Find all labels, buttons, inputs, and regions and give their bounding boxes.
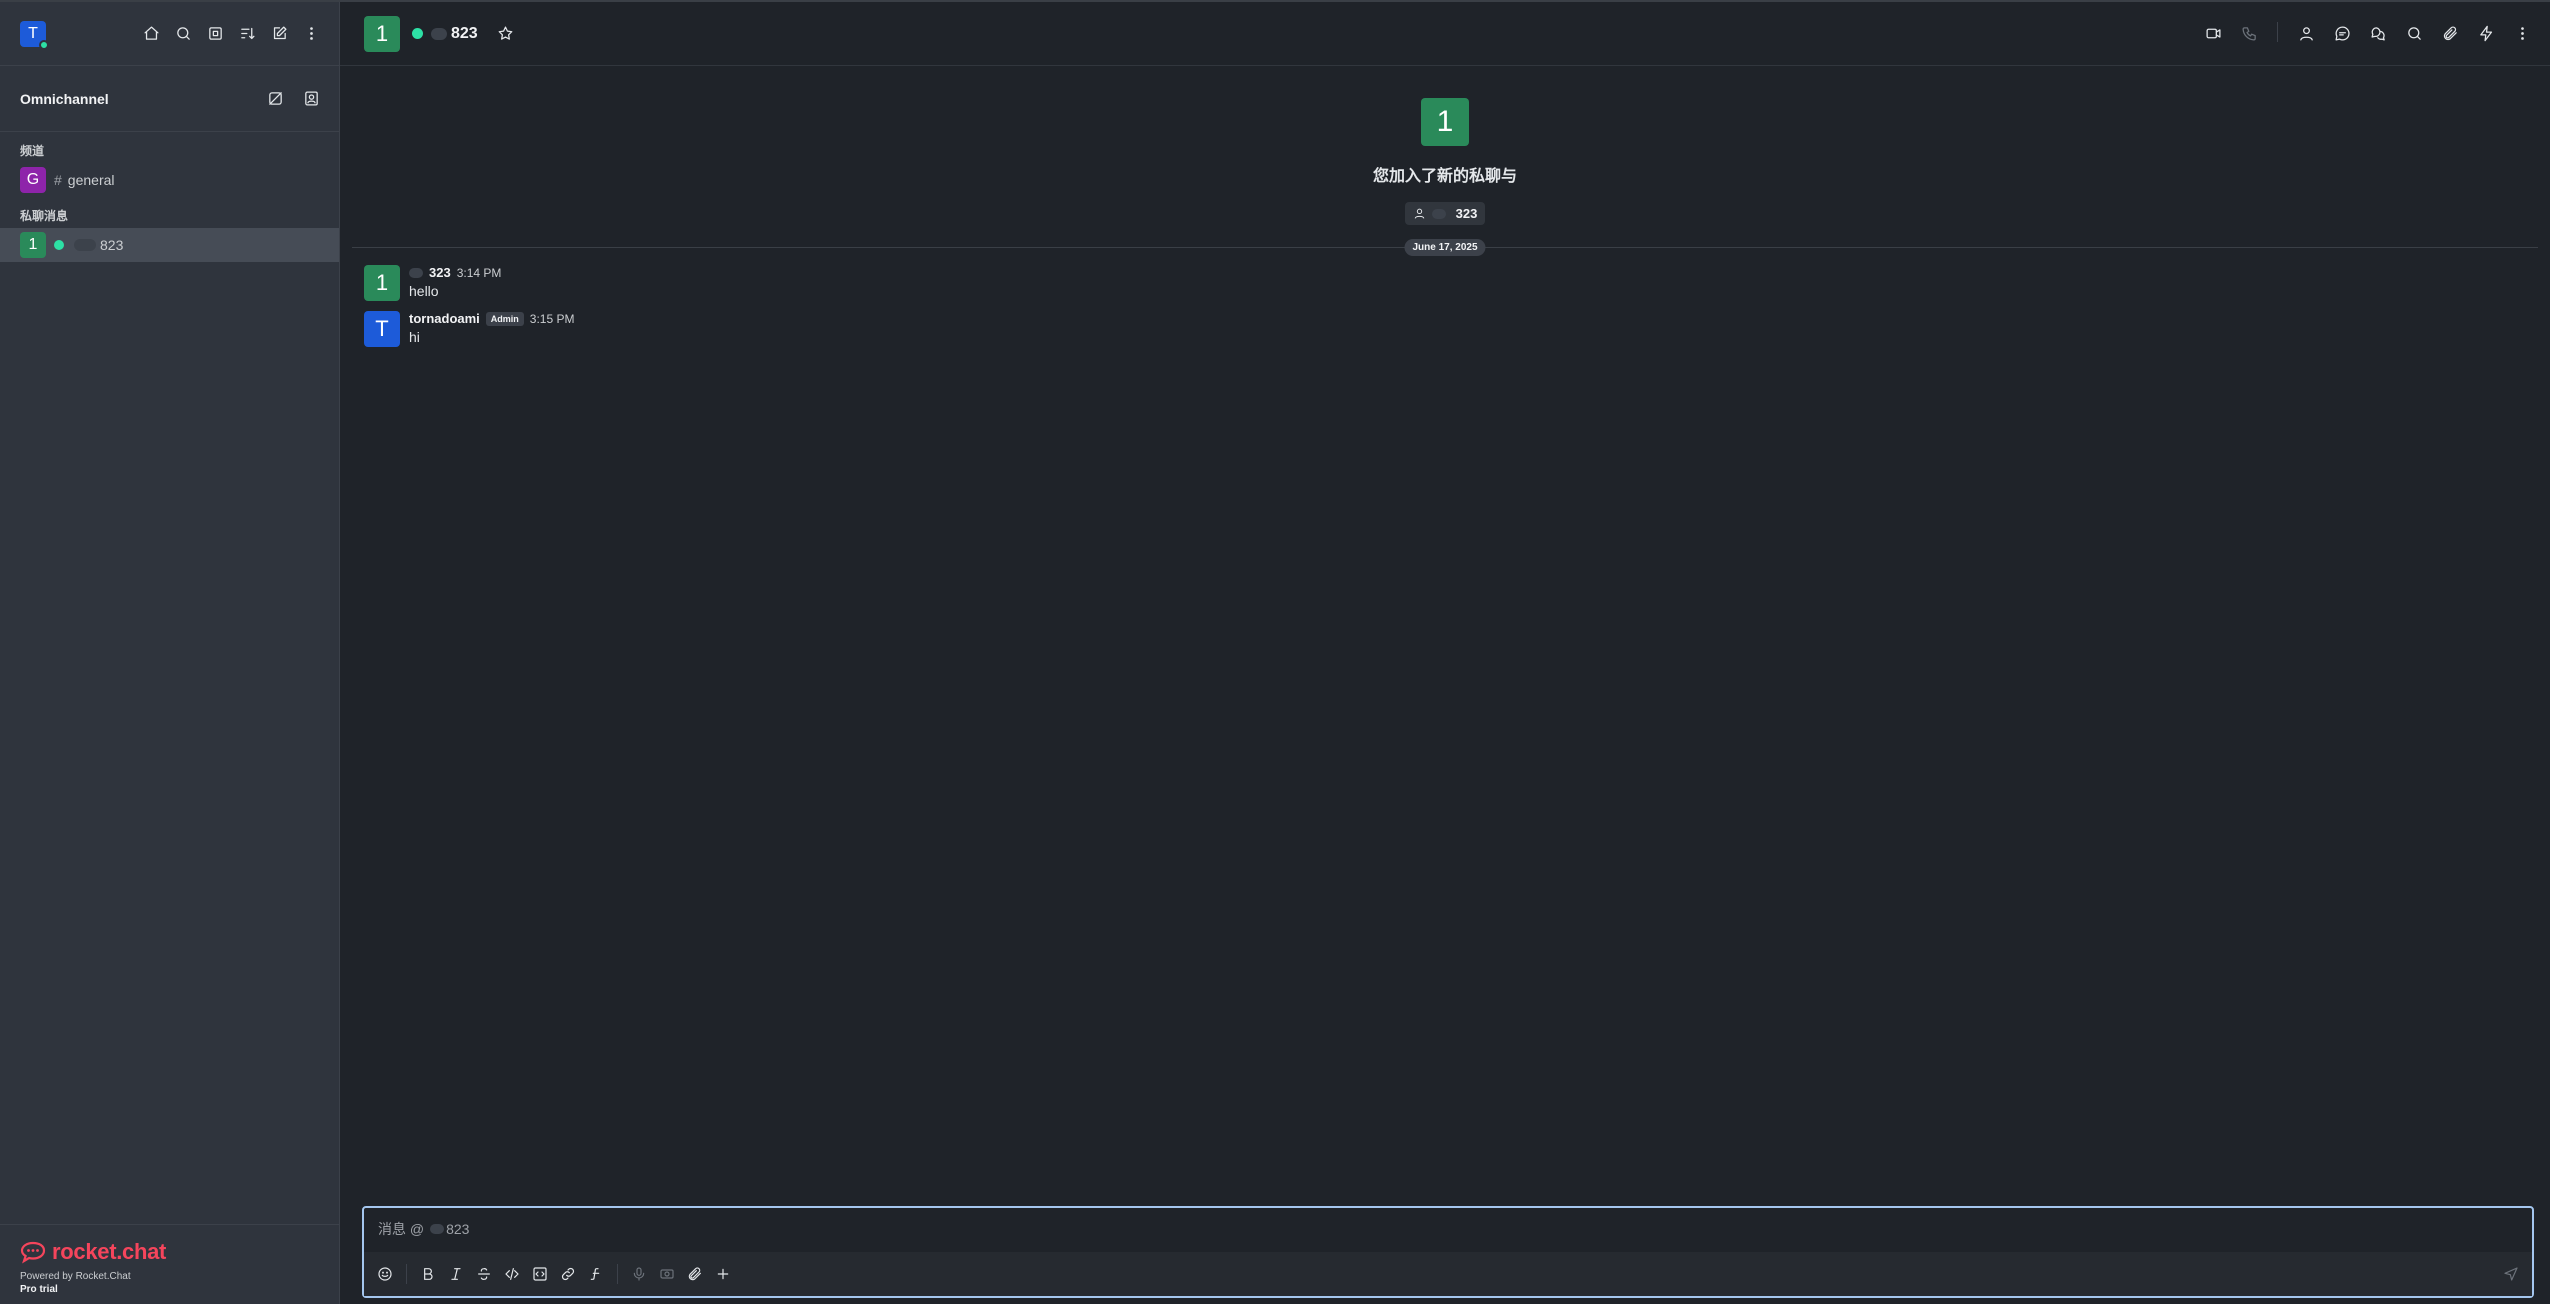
- bold-icon[interactable]: [417, 1263, 439, 1285]
- star-icon[interactable]: [494, 22, 518, 46]
- attach-file-icon[interactable]: [684, 1263, 706, 1285]
- strikethrough-icon[interactable]: [473, 1263, 495, 1285]
- sidebar-item-label: general: [67, 172, 115, 188]
- attachment-icon[interactable]: [2438, 22, 2462, 46]
- hash-icon: #: [54, 172, 62, 188]
- composer-placeholder: 消息 @: [378, 1221, 425, 1237]
- toolbar-divider: [617, 1264, 618, 1284]
- contact-center-icon[interactable]: [299, 87, 323, 111]
- sidebar-item-dm-823[interactable]: 1 823: [0, 228, 339, 262]
- message-username[interactable]: 323: [429, 265, 451, 280]
- message-item[interactable]: T tornadoami Admin 3:15 PM hi: [340, 301, 2550, 347]
- intro-text: 您加入了新的私聊与: [1372, 168, 1517, 185]
- room-main: 1 823 1 您加入了新的私聊与 323 June 17, 2025 1 32…: [340, 2, 2550, 1304]
- sidebar-item-label: 823: [100, 237, 124, 253]
- sidebar: T Omnichannel 频道 G # general 私聊消息 1 823 …: [0, 2, 340, 1304]
- message-composer: 消息 @ 823: [362, 1206, 2534, 1298]
- date-label: June 17, 2025: [1404, 239, 1486, 256]
- rocket-chat-logo-icon: [20, 1241, 46, 1264]
- dm-avatar: 1: [20, 232, 46, 258]
- redacted-name: [409, 267, 423, 278]
- message-time: 3:14 PM: [456, 265, 502, 280]
- online-status-dot: [54, 240, 64, 250]
- message-text: hello: [409, 283, 439, 299]
- redacted-name: [74, 239, 96, 251]
- discussion-icon[interactable]: [2366, 22, 2390, 46]
- sidebar-top-icons: [139, 22, 323, 46]
- online-status-dot: [412, 28, 423, 39]
- room-title[interactable]: 823: [412, 25, 478, 43]
- threads-icon[interactable]: [2330, 22, 2354, 46]
- redacted-name: [431, 27, 447, 40]
- more-options-icon[interactable]: [299, 22, 323, 46]
- composer-placeholder-target: 823: [446, 1221, 470, 1237]
- message-list: 1 您加入了新的私聊与 323 June 17, 2025 1 323 3:14…: [340, 66, 2550, 1304]
- message-avatar[interactable]: T: [364, 311, 400, 347]
- user-icon: [1414, 208, 1424, 219]
- room-toolbar: [2201, 21, 2534, 46]
- user-avatar-letter: T: [28, 24, 38, 42]
- home-icon[interactable]: [139, 22, 163, 46]
- powered-by: Powered by Rocket.Chat: [20, 1271, 131, 1282]
- message-input[interactable]: 消息 @ 823: [364, 1208, 2532, 1250]
- user-status-dot: [39, 39, 49, 50]
- room-intro: 1 您加入了新的私聊与 323: [340, 66, 2550, 225]
- message-text: hi: [409, 329, 420, 345]
- message-time: 3:15 PM: [529, 311, 575, 326]
- sort-icon[interactable]: [235, 22, 259, 46]
- room-title-text: 823: [451, 24, 478, 42]
- apps-icon[interactable]: [2474, 22, 2498, 46]
- directory-icon[interactable]: [203, 22, 227, 46]
- logo-text: rocket.chat: [52, 1239, 167, 1264]
- redacted-name: [430, 1224, 445, 1234]
- user-info-icon[interactable]: [2294, 22, 2318, 46]
- intro-avatar: 1: [1421, 98, 1469, 146]
- omnichannel-status-icon[interactable]: [263, 87, 287, 111]
- role-badge: Admin: [485, 311, 524, 326]
- message-username[interactable]: tornadoami: [409, 311, 480, 326]
- phone-icon[interactable]: [2237, 22, 2261, 46]
- user-chip[interactable]: 323: [1404, 202, 1486, 225]
- code-block-icon[interactable]: [529, 1263, 551, 1285]
- rocket-chat-logo: rocket.chat: [20, 1239, 319, 1265]
- italic-icon[interactable]: [445, 1263, 467, 1285]
- channels-group-label: 频道: [20, 144, 45, 158]
- microphone-icon[interactable]: [628, 1263, 650, 1285]
- sidebar-item-general[interactable]: G # general: [0, 163, 339, 197]
- video-message-icon[interactable]: [656, 1263, 678, 1285]
- message-item[interactable]: 1 323 3:14 PM hello: [340, 255, 2550, 301]
- create-new-icon[interactable]: [267, 22, 291, 46]
- app-root: T Omnichannel 频道 G # general 私聊消息 1 823 …: [0, 0, 2550, 1304]
- room-avatar[interactable]: 1: [364, 15, 400, 52]
- redacted-name: [1431, 208, 1446, 219]
- plan-label: Pro trial: [20, 1284, 58, 1295]
- sidebar-top-bar: T: [0, 2, 339, 66]
- send-icon[interactable]: [2500, 1263, 2522, 1285]
- emoji-icon[interactable]: [374, 1263, 396, 1285]
- user-chip-name: 323: [1455, 206, 1478, 221]
- dm-group-label: 私聊消息: [20, 209, 69, 223]
- kebab-menu-icon[interactable]: [2510, 22, 2534, 46]
- room-header: 1 823: [340, 2, 2550, 66]
- link-icon[interactable]: [557, 1263, 579, 1285]
- inline-code-icon[interactable]: [501, 1263, 523, 1285]
- search-icon[interactable]: [171, 22, 195, 46]
- toolbar-divider: [406, 1264, 407, 1284]
- omnichannel-title: Omnichannel: [20, 90, 109, 107]
- user-avatar[interactable]: T: [20, 20, 49, 50]
- channel-avatar: G: [20, 167, 46, 193]
- message-avatar[interactable]: 1: [364, 265, 400, 301]
- search-messages-icon[interactable]: [2402, 22, 2426, 46]
- katex-icon[interactable]: [585, 1263, 607, 1285]
- plus-icon[interactable]: [712, 1263, 734, 1285]
- omnichannel-section: Omnichannel: [0, 66, 339, 132]
- video-call-icon[interactable]: [2201, 22, 2225, 46]
- date-divider: June 17, 2025: [352, 239, 2538, 256]
- composer-toolbar: [364, 1252, 2532, 1296]
- toolbar-divider: [2277, 21, 2278, 42]
- sidebar-footer: rocket.chat Powered by Rocket.Chat Pro t…: [0, 1224, 339, 1304]
